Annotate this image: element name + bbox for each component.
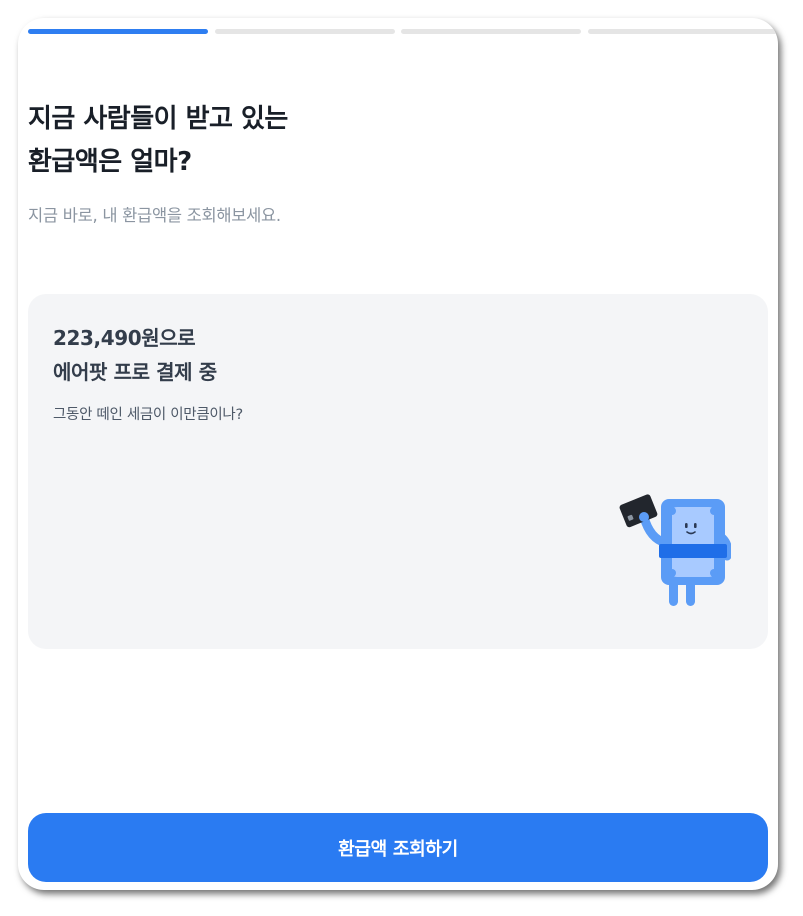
step-progress-bar xyxy=(28,29,778,34)
check-refund-button[interactable]: 환급액 조회하기 xyxy=(28,813,768,882)
page-title-line-2: 환급액은 얼마? xyxy=(28,147,192,177)
progress-step-4 xyxy=(588,29,778,34)
card-description: 그동안 떼인 세금이 이만큼이나? xyxy=(53,407,243,423)
page-title: 지금 사람들이 받고 있는 환급액은 얼마? xyxy=(28,98,288,184)
page-subtitle: 지금 바로, 내 환급액을 조회해보세요. xyxy=(28,206,281,225)
progress-step-2 xyxy=(215,29,395,34)
refund-example-card: 223,490원으로 에어팟 프로 결제 중 그동안 떼인 세금이 이만큼이나? xyxy=(28,294,768,649)
progress-step-1 xyxy=(28,29,208,34)
progress-step-3 xyxy=(401,29,581,34)
card-title: 223,490원으로 에어팟 프로 결제 중 xyxy=(53,321,217,389)
page-title-line-1: 지금 사람들이 받고 있는 xyxy=(28,104,288,134)
card-title-amount: 223,490원으로 xyxy=(53,326,196,350)
app-screen: 지금 사람들이 받고 있는 환급액은 얼마? 지금 바로, 내 환급액을 조회해… xyxy=(18,18,778,890)
money-mascot-holding-card-icon xyxy=(619,494,731,606)
card-title-purchase: 에어팟 프로 결제 중 xyxy=(53,360,217,384)
